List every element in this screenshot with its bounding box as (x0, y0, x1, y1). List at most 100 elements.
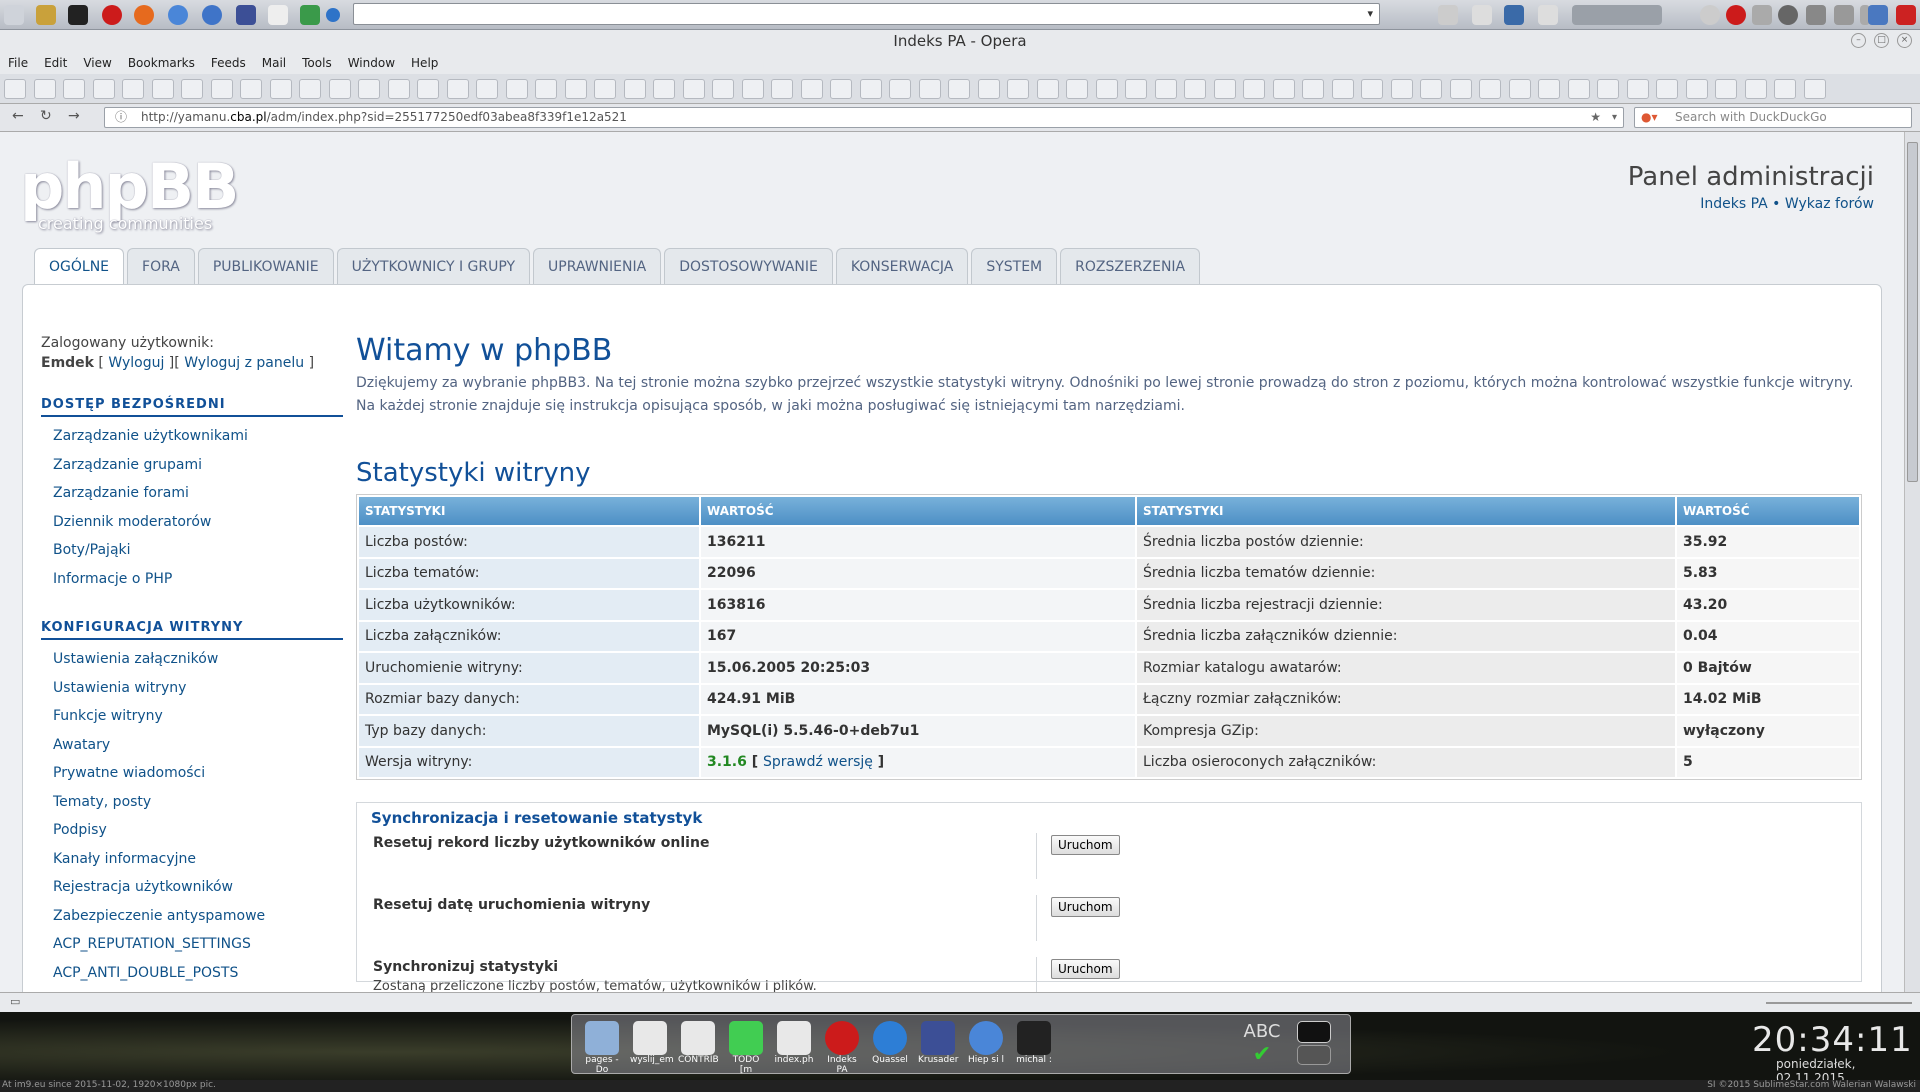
browser-tab-icon[interactable] (564, 79, 587, 99)
dock-app-wyslij[interactable]: wyslij_em (630, 1021, 674, 1069)
browser-tab-icon[interactable] (800, 79, 823, 99)
tray-opera-icon[interactable] (1726, 5, 1746, 25)
browser-tab-icon[interactable] (889, 79, 911, 99)
menu-mail[interactable]: Mail (262, 52, 286, 74)
browser-tab-icon[interactable] (948, 79, 970, 99)
sidebar-item-feeds[interactable]: Kanały informacyjne (41, 846, 343, 875)
menu-view[interactable]: View (83, 52, 111, 74)
tray-media-icon[interactable] (1778, 5, 1798, 25)
menu-edit[interactable]: Edit (44, 52, 67, 74)
browser-tab-icon[interactable] (151, 79, 174, 99)
dock-app-chromium[interactable]: Hiep si l (966, 1021, 1006, 1069)
tab-system[interactable]: SYSTEM (971, 248, 1058, 285)
phpbb-logo[interactable]: phpBB creating communities (20, 150, 239, 233)
tab-forums[interactable]: FORA (127, 248, 195, 285)
browser-tab-icon[interactable] (1479, 79, 1501, 99)
browser-tab-icon[interactable] (653, 79, 675, 99)
browser-tab-icon[interactable] (859, 79, 882, 99)
close-icon[interactable]: × (1897, 33, 1912, 48)
browser-tab-icon[interactable] (446, 79, 469, 99)
sidebar-item-bots[interactable]: Boty/Pająki (41, 537, 343, 566)
browser-tab-icon[interactable] (712, 79, 734, 99)
sidebar-item-mod-log[interactable]: Dziennik moderatorów (41, 509, 343, 538)
sidebar-item-registration[interactable]: Rejestracja użytkowników (41, 874, 343, 903)
search-field[interactable]: ●▾ Search with DuckDuckGo (1634, 107, 1912, 128)
page-scrollbar[interactable] (1904, 132, 1920, 992)
browser-tab-icon[interactable] (1331, 79, 1354, 99)
chrome-icon[interactable] (168, 5, 188, 25)
menu-feeds[interactable]: Feeds (211, 52, 246, 74)
browser-tab-icon[interactable] (1774, 79, 1796, 99)
browser-tab-icon[interactable] (33, 79, 56, 99)
browser-tab-icon[interactable] (4, 79, 26, 99)
browser-tab-icon[interactable] (299, 79, 321, 99)
resync-stats-button[interactable]: Uruchom (1051, 959, 1120, 979)
sidebar-item-avatars[interactable]: Awatary (41, 732, 343, 761)
back-icon[interactable]: ← (12, 108, 24, 124)
browser-tab-icon[interactable] (741, 79, 764, 99)
sidebar-item-private-messages[interactable]: Prywatne wiadomości (41, 760, 343, 789)
address-field[interactable]: ⓘ http://yamanu.cba.pl/adm/index.php?sid… (104, 107, 1624, 128)
check-version-link[interactable]: Sprawdź wersję (763, 754, 873, 770)
tray-drive-icon[interactable] (1538, 5, 1558, 25)
maximize-icon[interactable]: □ (1874, 33, 1889, 48)
sidebar-item-board-features[interactable]: Funkcje witryny (41, 703, 343, 732)
browser-tab-icon[interactable] (1213, 79, 1236, 99)
tray-info-icon[interactable] (1700, 5, 1720, 25)
terminal-icon[interactable] (68, 5, 88, 25)
forward-icon[interactable]: → (68, 108, 80, 124)
site-info-icon[interactable]: ⓘ (115, 108, 127, 127)
wifi-icon[interactable] (1834, 5, 1854, 25)
browser-icon[interactable] (202, 5, 222, 25)
link-forum-index[interactable]: Wykaz forów (1785, 196, 1874, 212)
editor-icon[interactable] (268, 5, 288, 25)
browser-tab-icon[interactable] (505, 79, 528, 99)
browser-tab-icon[interactable] (1066, 79, 1088, 99)
menu-window[interactable]: Window (348, 52, 395, 74)
tab-extensions[interactable]: ROZSZERZENIA (1060, 248, 1201, 285)
tray-close-icon[interactable] (1752, 5, 1772, 25)
browser-tab-icon[interactable] (1095, 79, 1118, 99)
browser-tab-icon[interactable] (1449, 79, 1472, 99)
browser-tab-icon[interactable] (122, 79, 144, 99)
tray-clipboard-icon[interactable] (1438, 5, 1458, 25)
browser-tab-icon[interactable] (1626, 79, 1649, 99)
browser-tab-icon[interactable] (1272, 79, 1295, 99)
browser-tab-icon[interactable] (476, 79, 498, 99)
duckduckgo-icon[interactable]: ●▾ (1641, 108, 1658, 127)
browser-tab-icon[interactable] (1803, 79, 1826, 99)
dock-app-index[interactable]: index.ph (774, 1021, 814, 1069)
browser-tab-icon[interactable] (918, 79, 941, 99)
menu-help[interactable]: Help (411, 52, 438, 74)
browser-tab-icon[interactable] (1184, 79, 1206, 99)
sidebar-item-attachment-settings[interactable]: Ustawienia załączników (41, 646, 343, 675)
address-dropdown-icon[interactable]: ▾ (1612, 108, 1617, 127)
sidebar-item-reputation-settings[interactable]: ACP_REPUTATION_SETTINGS (41, 931, 343, 960)
sidebar-item-manage-forums[interactable]: Zarządzanie forami (41, 480, 343, 509)
browser-tab-icon[interactable] (1715, 79, 1737, 99)
panel-toggle-icon[interactable]: ▭ (10, 995, 20, 1008)
reset-online-record-button[interactable]: Uruchom (1051, 835, 1120, 855)
bookmark-star-icon[interactable]: ★ (1590, 108, 1601, 127)
browser-tab-icon[interactable] (417, 79, 439, 99)
sidebar-item-topics-posts[interactable]: Tematy, posty (41, 789, 343, 818)
scrollbar-thumb[interactable] (1907, 142, 1918, 482)
desktop-pager-icon[interactable] (1294, 1021, 1334, 1069)
browser-tab-icon[interactable] (1007, 79, 1029, 99)
browser-tab-icon[interactable] (1744, 79, 1767, 99)
dock-app-pages[interactable]: pages - Do (582, 1021, 622, 1075)
system-menu-icon[interactable] (4, 5, 24, 25)
browser-tab-icon[interactable] (1685, 79, 1708, 99)
browser-tab-icon[interactable] (1361, 79, 1383, 99)
browser-tab-icon[interactable] (1302, 79, 1324, 99)
menu-file[interactable]: File (8, 52, 28, 74)
menu-bookmarks[interactable]: Bookmarks (128, 52, 195, 74)
tab-customise[interactable]: DOSTOSOWYWANIE (664, 248, 833, 285)
browser-tab-icon[interactable] (623, 79, 646, 99)
browser-tab-icon[interactable] (92, 79, 115, 99)
browser-tab-icon[interactable] (1656, 79, 1678, 99)
browser-tab-icon[interactable] (1420, 79, 1442, 99)
browser-tab-icon[interactable] (1036, 79, 1059, 99)
color-picker-icon[interactable] (300, 5, 320, 25)
browser-tab-icon[interactable] (1508, 79, 1531, 99)
